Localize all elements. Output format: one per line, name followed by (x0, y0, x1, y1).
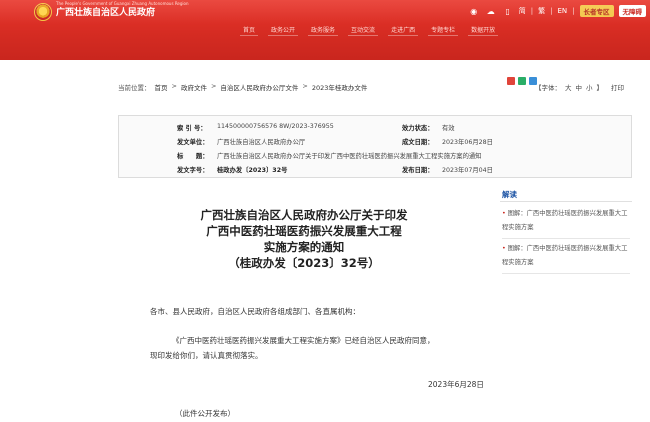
index-label: 索 引 号： (177, 125, 207, 132)
breadcrumb-separator: > (302, 82, 308, 90)
divider: | (550, 7, 553, 15)
breadcrumb-home[interactable]: 首页 (155, 82, 168, 92)
accessibility-button[interactable]: 无障碍 (618, 5, 646, 17)
document-title: 广西壮族自治区人民政府办公厅关于印发 广西中医药壮瑶医药振兴发展重大工程 实施方… (118, 207, 490, 271)
lang-traditional[interactable]: 繁 (538, 6, 545, 16)
date-label: 成文日期： (402, 139, 434, 146)
divider: | (530, 7, 534, 15)
sidebar-title: 解读 (502, 190, 517, 199)
breadcrumb-2023-files[interactable]: 2023年桂政办文件 (312, 82, 368, 92)
sidebar-divider (500, 201, 632, 202)
title-line: （桂政办发〔2023〕32号） (228, 256, 380, 270)
nav-item-services[interactable]: 政务服务 (308, 24, 339, 36)
title-line: 广西中医药壮瑶医药振兴发展重大工程 (206, 224, 402, 238)
issuer-label: 发文单位： (177, 139, 209, 146)
sidebar-item-label: 图解：广西中医药壮瑶医药振兴发展重大工程实施方案 (502, 245, 628, 266)
sidebar-item-interpretation[interactable]: • 图解：广西中医药壮瑶医药振兴发展重大工程实施方案 (502, 242, 630, 270)
lang-english[interactable]: EN (557, 7, 567, 15)
site-title-en: The People's Government of Guangxi Zhuan… (56, 1, 189, 6)
status-label: 效力状态： (402, 125, 434, 132)
document-date: 2023年6月28日 (428, 380, 484, 389)
site-header: The People's Government of Guangxi Zhuan… (0, 0, 650, 60)
breadcrumb-gov-files[interactable]: 政府文件 (181, 82, 207, 92)
breadcrumb-separator: > (171, 82, 177, 90)
title-label: 标 题： (177, 153, 209, 160)
font-large-button[interactable]: 大 (565, 82, 572, 92)
publish-date-label: 发布日期： (402, 167, 434, 174)
print-button[interactable]: 打印 (611, 82, 624, 92)
issuer-value: 广西壮族自治区人民政府办公厅 (217, 139, 306, 146)
doc-no-value: 桂政办发〔2023〕32号 (217, 167, 288, 174)
main-nav: 首页 政务公开 政务服务 互动交流 走进广西 专题专栏 数据开放 (240, 24, 499, 36)
weibo-icon[interactable]: ◉ (468, 5, 480, 17)
title-value: 广西壮族自治区人民政府办公厅关于印发广西中医药壮瑶医药振兴发展重大工程实施方案的… (217, 153, 482, 160)
body-paragraph-continued: 现印发给你们，请认真贯彻落实。 (150, 351, 263, 360)
status-value: 有效 (442, 125, 455, 132)
date-value: 2023年06月28日 (442, 139, 493, 146)
sidebar-divider (502, 238, 630, 239)
title-line: 广西壮族自治区人民政府办公厅关于印发 (200, 208, 408, 222)
sidebar-item-label: 图解：广西中医药壮瑶医药振兴发展重大工程实施方案 (502, 210, 628, 231)
lang-simplified[interactable]: 简 (519, 6, 526, 16)
nav-item-gov-info[interactable]: 政务公开 (268, 24, 299, 36)
font-small-button[interactable]: 小 (586, 82, 593, 92)
font-medium-button[interactable]: 中 (576, 82, 583, 92)
sidebar-divider (502, 273, 630, 274)
doc-no-label: 发文字号： (177, 167, 209, 174)
top-utility-bar: ◉ ☁ ▯ 简 | 繁 | EN | 长者专区 无障碍 (468, 3, 650, 19)
font-size-controls: 【字体： 大 中 小 】 打印 (535, 82, 624, 92)
index-value: 114500000756576 8W/2023-376955 (217, 123, 334, 130)
site-title[interactable]: 广西壮族自治区人民政府 (56, 5, 155, 18)
share-weibo-icon[interactable] (507, 77, 515, 85)
mobile-icon[interactable]: ▯ (502, 5, 514, 17)
title-line: 实施方案的通知 (263, 240, 345, 254)
nav-item-about[interactable]: 走进广西 (388, 24, 419, 36)
breadcrumb-separator: > (210, 82, 217, 90)
sidebar-item-interpretation[interactable]: • 图解：广西中医药壮瑶医药振兴发展重大工程实施方案 (502, 207, 630, 235)
elder-mode-button[interactable]: 长者专区 (579, 5, 614, 17)
body-paragraph: 《广西中医药壮瑶医药振兴发展重大工程实施方案》已经自治区人民政府同意， (172, 336, 435, 345)
wechat-icon[interactable]: ☁ (485, 5, 497, 17)
font-label: 【字体： (535, 84, 561, 92)
share-bar (507, 77, 537, 85)
breadcrumb-prefix: 当前位置： (118, 84, 151, 92)
publish-date-value: 2023年07月04日 (442, 167, 493, 174)
breadcrumb-office-files[interactable]: 自治区人民政府办公厅文件 (220, 82, 298, 92)
bullet-icon: • (502, 210, 506, 217)
document-meta-box: 索 引 号： 114500000756576 8W/2023-376955 效力… (118, 115, 632, 178)
salutation: 各市、县人民政府，自治区人民政府各组成部门、各直属机构： (150, 307, 360, 316)
nav-item-topics[interactable]: 专题专栏 (428, 24, 459, 36)
bullet-icon: • (502, 245, 506, 252)
nav-item-data[interactable]: 数据开放 (468, 24, 499, 36)
font-label-close: 】 (596, 84, 604, 92)
divider: | (572, 7, 575, 15)
nav-item-interaction[interactable]: 互动交流 (348, 24, 379, 36)
share-wechat-icon[interactable] (518, 77, 526, 85)
breadcrumb: 当前位置： 首页 > 政府文件 > 自治区人民政府办公厅文件 > 2023年桂政… (118, 82, 367, 92)
national-emblem-icon[interactable] (34, 3, 52, 21)
nav-item-home[interactable]: 首页 (240, 24, 259, 36)
public-release-note: （此件公开发布） (175, 409, 235, 418)
